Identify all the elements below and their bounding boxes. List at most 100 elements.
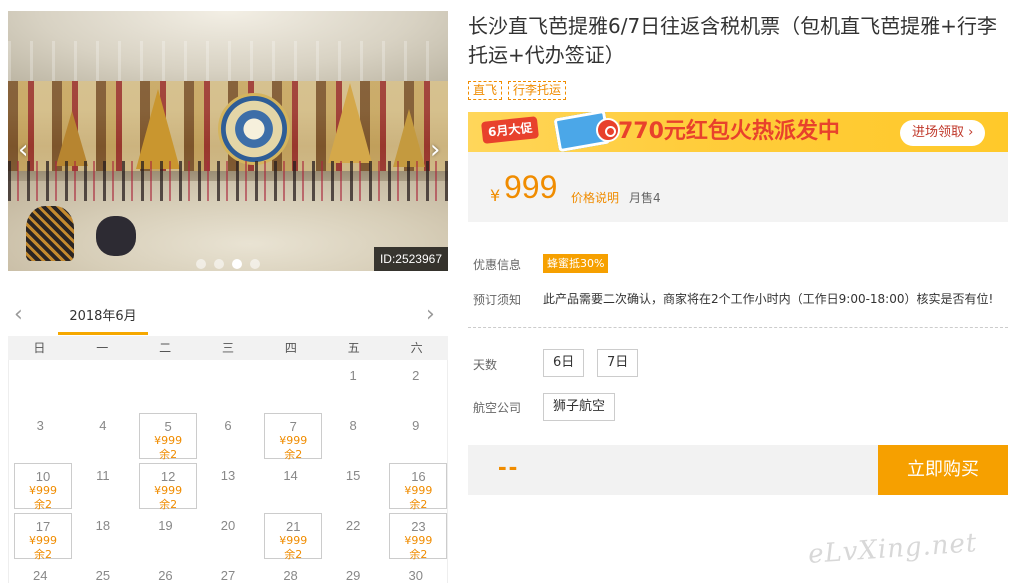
calendar-day-number: 20 [220, 518, 236, 533]
calendar-day-number: 19 [158, 518, 173, 533]
booking-notice-label: 预订须知 [473, 293, 522, 307]
calendar-day: 26 [134, 560, 197, 583]
calendar-header: ‹ 2018年6月 › [8, 300, 448, 336]
calendar-day-available[interactable]: 21 ¥999 余2 [259, 510, 323, 561]
calendar-day-number: 27 [220, 568, 236, 583]
calendar-day-available[interactable]: 7 ¥999 余2 [259, 410, 323, 461]
weekday-label: 日 [33, 341, 46, 355]
calendar-day-number: 6 [224, 418, 232, 433]
buy-now-button[interactable]: 立即购买 [878, 445, 1008, 495]
total-price: -- [498, 451, 520, 481]
calendar-day-number: 28 [283, 568, 298, 583]
calendar-day-number: 12 [160, 469, 176, 484]
calendar-day-available[interactable]: 5 ¥999 余2 [134, 410, 198, 461]
calendar-day: 4 [72, 410, 135, 460]
airline-option-lion-air[interactable]: 狮子航空 [543, 393, 616, 421]
calendar-day: 6 [197, 410, 260, 460]
calendar-day-number: 25 [95, 568, 111, 583]
airline-label: 航空公司 [473, 401, 522, 415]
calendar-day-available[interactable]: 10 ¥999 余2 [9, 460, 72, 511]
promo-redeem-button[interactable]: 进场领取 › [900, 120, 986, 146]
calendar-day: 2 [384, 360, 447, 410]
promo-headline: 770元红包火热派发中 [618, 119, 840, 144]
booking-notice-text: 此产品需要二次确认，商家将在2个工作小时内（工作日9:00-18:00）核实是否… [543, 292, 994, 306]
days-option-7[interactable]: 7日 [597, 349, 639, 377]
coin-icon [596, 118, 620, 142]
carousel-dot[interactable] [196, 259, 206, 269]
tag-baggage: 行李托运 [508, 81, 567, 100]
calendar-day-number: 4 [99, 418, 107, 433]
calendar-day [9, 360, 72, 410]
calendar-day-number: 30 [408, 568, 423, 583]
calendar-day-number: 10 [35, 469, 51, 484]
calendar-day: 29 [322, 560, 385, 583]
calendar-day-number: 2 [412, 368, 420, 383]
calendar-day: 14 [259, 460, 322, 510]
calendar-day: 13 [197, 460, 260, 510]
calendar-day-available[interactable]: 12 ¥999 余2 [134, 460, 198, 511]
carousel-dot[interactable] [250, 259, 260, 269]
calendar-day: 11 [72, 460, 135, 510]
calendar-day-number: 13 [220, 468, 236, 483]
calendar-day-number: 11 [96, 468, 110, 483]
section-divider [468, 327, 1008, 328]
days-label: 天数 [473, 358, 498, 372]
weekday-label: 一 [96, 341, 109, 355]
carousel-next-icon[interactable]: › [430, 137, 446, 163]
product-tags: 直飞 行李托运 [468, 81, 567, 100]
price-explain-link[interactable]: 价格说明 [571, 189, 619, 206]
calendar-day-number: 15 [345, 468, 361, 483]
calendar-day-number: 22 [345, 518, 361, 533]
june-sale-badge: 6月大促 [481, 116, 540, 144]
calendar-month-tab[interactable]: 2018年6月 [58, 305, 148, 335]
days-option-6[interactable]: 6日 [543, 349, 585, 377]
calendar-day-box[interactable]: 5 ¥999 余2 [139, 413, 198, 461]
calendar-day-box[interactable]: 10 ¥999 余2 [14, 463, 72, 511]
calendar-day [134, 360, 197, 410]
calendar-day-number: 23 [411, 519, 426, 534]
calendar-day-available[interactable]: 17 ¥999 余2 [9, 510, 72, 561]
calendar-day-number: 8 [349, 418, 357, 433]
calendar-day-box[interactable]: 17 ¥999 余2 [14, 513, 72, 561]
photo-id-label: ID:2523967 [373, 247, 448, 271]
calendar-day [72, 360, 135, 410]
calendar-day-box[interactable]: 23 ¥999 余2 [389, 513, 448, 561]
calendar-day-number: 14 [283, 468, 298, 483]
calendar-day [197, 360, 260, 410]
currency-symbol: ¥ [490, 186, 501, 205]
tag-direct-flight: 直飞 [468, 81, 503, 100]
promo-banner[interactable]: 6月大促 770元红包火热派发中 进场领取 › [468, 112, 1008, 152]
calendar-day: 18 [72, 510, 135, 560]
price-box: ¥ 999 价格说明 月售4 [468, 152, 1008, 222]
weekday-label: 三 [221, 341, 234, 355]
calendar-day: 28 [259, 560, 322, 583]
weekday-label: 四 [284, 341, 297, 355]
calendar-day: 15 [322, 460, 385, 510]
product-photo-carousel[interactable]: ‹ › ID:2523967 [8, 11, 448, 271]
calendar-day-number: 1 [349, 368, 357, 383]
carousel-prev-icon[interactable]: ‹ [18, 137, 34, 163]
carousel-dot[interactable] [214, 259, 224, 269]
calendar-day: 25 [72, 560, 135, 583]
calendar-day-box[interactable]: 12 ¥999 余2 [139, 463, 198, 511]
calendar-day: 3 [9, 410, 72, 460]
calendar-weekday-bar: 日一二三四五六 [8, 336, 448, 360]
calendar-day-box[interactable]: 16 ¥999 余2 [389, 463, 448, 511]
calendar-day-number: 16 [411, 469, 426, 484]
calendar-day-available[interactable]: 23 ¥999 余2 [384, 510, 448, 561]
product-title: 长沙直飞芭提雅6/7日往返含税机票（包机直飞芭提雅+行李托运+代办签证） [468, 14, 997, 67]
calendar-prev-month-icon[interactable]: ‹ [14, 302, 23, 327]
calendar-day: 20 [197, 510, 260, 560]
calendar-day-number: 26 [158, 568, 173, 583]
carousel-dot[interactable] [232, 259, 242, 269]
site-watermark: eLvXing.net [807, 528, 979, 570]
calendar-grid: 1 2 3 4 5 ¥999 余2 6 7 ¥999 余2 8 9 10 ¥999 余2 11 12 ¥999 余2 1… [8, 360, 448, 583]
calendar-day-available[interactable]: 16 ¥999 余2 [384, 460, 448, 511]
calendar-day-number: 18 [95, 518, 111, 533]
calendar-next-month-icon[interactable]: › [426, 302, 435, 327]
calendar-day: 22 [322, 510, 385, 560]
calendar-day-box[interactable]: 7 ¥999 余2 [264, 413, 323, 461]
weekday-label: 五 [347, 341, 360, 355]
calendar-day-box[interactable]: 21 ¥999 余2 [264, 513, 323, 561]
calendar-day: 30 [384, 560, 447, 583]
